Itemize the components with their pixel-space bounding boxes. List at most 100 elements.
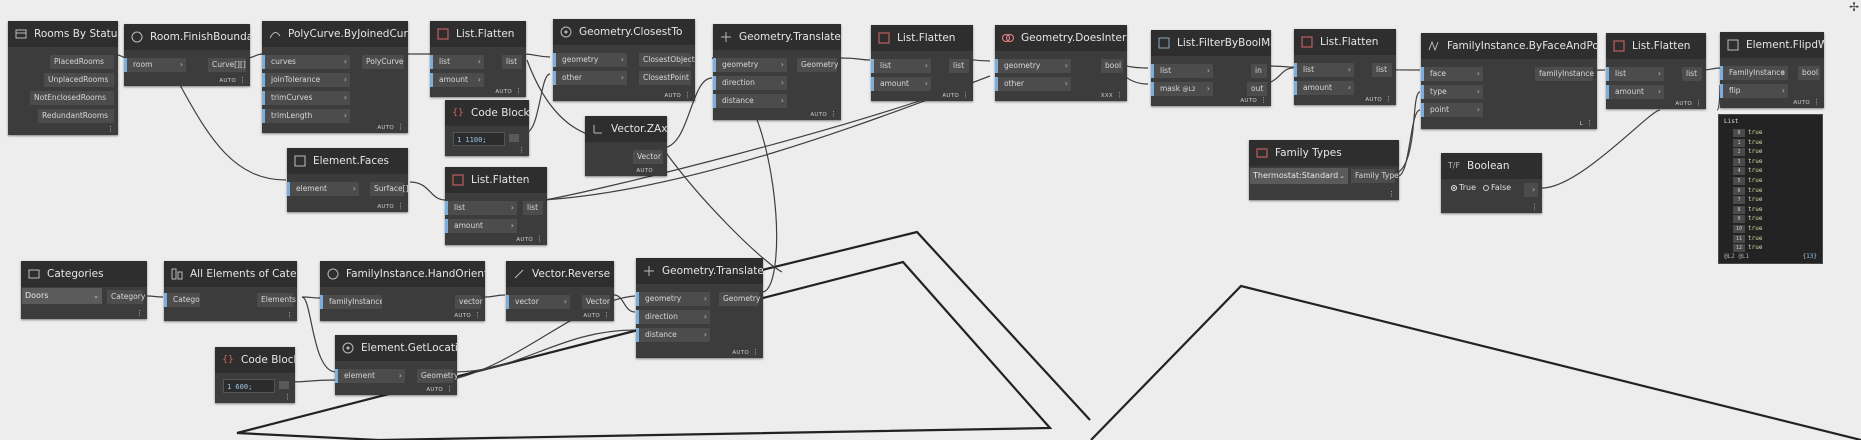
lacing-badge[interactable]: AUTO [664,93,681,99]
lacing-badge[interactable]: AUTO [942,93,959,99]
output-port[interactable]: list [949,59,969,73]
input-port-category[interactable]: Category [164,293,200,307]
node-menu-dots[interactable]: ⋮ [1116,91,1123,99]
output-port[interactable]: list [502,55,522,69]
input-port-family-instance[interactable]: familyInstance [320,295,382,309]
node-menu-dots[interactable]: ⋮ [1813,98,1820,106]
code-editor[interactable]: 1 1100; [453,132,505,146]
output-port[interactable]: RedundantRooms [38,109,114,123]
input-port-amount[interactable]: amount › [430,73,484,87]
code-editor[interactable]: 1 600; [223,379,275,393]
watch-preview-panel[interactable]: List 0 true 1 true 2 true 3 true 4 true 5 true 6 true… [1718,114,1823,264]
lacing-badge[interactable]: AUTO [1240,98,1257,104]
level-badge[interactable]: @L2 [1183,86,1196,93]
watch-levels[interactable]: @L2 @L1 [1724,253,1749,261]
output-port[interactable]: list [1682,67,1702,81]
input-port-trim-length[interactable]: trimLength › [262,109,350,123]
output-port[interactable]: PlacedRooms [50,55,114,69]
output-port[interactable]: Vector [582,295,610,309]
output-port[interactable]: list [1372,63,1392,77]
node-list-flatten[interactable]: List.Flatten list › list amount › AUTO ⋮ [1294,29,1396,105]
input-port-room[interactable]: room › [124,58,186,72]
output-port[interactable]: bool [1798,66,1820,80]
output-port[interactable]: › [1524,183,1538,197]
node-menu-dots[interactable]: ⋮ [603,311,610,319]
node-family-instance-hand-orientation[interactable]: FamilyInstance.HandOrientation familyIns… [320,261,485,321]
node-element-get-location[interactable]: Element.GetLocation element› Geometry AUT… [335,335,458,395]
family-type-dropdown[interactable]: Thermostat:Standard ⌄ [1250,168,1348,184]
input-port-list[interactable]: list › [1151,64,1213,78]
input-port-type[interactable]: type › [1421,85,1483,99]
false-radio[interactable]: False [1483,183,1511,192]
node-list-flatten[interactable]: List.Flatten list › list amount › AUTO ⋮ [871,25,973,101]
output-port[interactable]: NotEnclosedRooms [30,91,114,105]
input-port-other[interactable]: other › [553,71,627,85]
input-port-element[interactable]: element › [335,369,405,383]
node-polycurve-by-joined-curves[interactable]: PolyCurve.ByJoinedCurves curves› PolyCurv… [262,21,408,133]
output-port-out[interactable]: out [1247,82,1267,96]
node-geometry-translate[interactable]: Geometry.Translate geometry › Geometry dir… [713,24,841,120]
input-port-distance[interactable]: distance › [636,328,710,342]
input-port-list[interactable]: list › [1606,67,1664,81]
node-family-instance-by-face-and-point[interactable]: FamilyInstance.ByFaceAndPoint face › famil… [1421,33,1597,129]
zoom-extents-icon[interactable]: ✢ [1847,0,1861,14]
output-port[interactable]: PolyCurve [362,55,404,69]
lacing-badge[interactable]: AUTO [1793,100,1810,106]
output-port[interactable]: UnplacedRooms [44,73,114,87]
node-menu-dots[interactable]: ⋮ [286,311,293,319]
input-port-face[interactable]: face › [1421,67,1483,81]
node-menu-dots[interactable]: ⋮ [830,110,837,118]
node-menu-dots[interactable]: ⋮ [1695,99,1702,107]
node-code-block[interactable]: {} Code Block 1 1100; ⋮ [445,100,529,156]
lacing-badge[interactable]: AUTO [1675,101,1692,107]
lacing-badge[interactable]: XXX [1101,93,1113,99]
input-port-family-instance[interactable]: FamilyInstance › [1720,66,1788,80]
input-port-amount[interactable]: amount › [1294,81,1354,95]
input-port-amount[interactable]: amount › [871,77,931,91]
node-menu-dots[interactable]: ⋮ [684,91,691,99]
node-rooms-by-status[interactable]: Rooms By Status PlacedRooms UnplacedRoom… [8,21,118,135]
node-menu-dots[interactable]: ⋮ [239,76,246,84]
input-port-point[interactable]: point › [1421,103,1483,117]
lacing-badge[interactable]: AUTO [1365,97,1382,103]
output-port[interactable]: Geometry [417,369,458,383]
input-port-list[interactable]: list › [430,55,484,69]
node-list-filter-by-bool-mask[interactable]: List.FilterByBoolMask list› in mask @L2› o… [1151,30,1271,106]
output-port[interactable]: Geometry [797,58,838,72]
node-categories[interactable]: Categories Doors ⌄ Category ⋮ [21,261,147,319]
node-menu-dots[interactable]: ⋮ [1385,95,1392,103]
input-port-element[interactable]: element › [287,182,359,196]
node-family-types[interactable]: Family Types Thermostat:Standard ⌄ Family… [1249,140,1399,200]
output-port[interactable]: ClosestPoint [639,71,691,85]
node-menu-dots[interactable]: ⋮ [284,393,291,401]
output-port[interactable]: Curve[][] [208,58,246,72]
lacing-badge[interactable]: AUTO [732,350,749,356]
node-menu-dots[interactable]: ⋮ [1260,96,1267,104]
input-port-join-tolerance[interactable]: joinTolerance › [262,73,350,87]
lacing-badge[interactable]: AUTO [426,387,443,393]
node-boolean[interactable]: T/F Boolean True False › ⋮ [1441,153,1542,213]
node-menu-dots[interactable]: ⋮ [1388,190,1395,198]
input-port-vector[interactable]: vector › [506,295,570,309]
output-port[interactable]: vector [455,295,483,309]
input-port-flip[interactable]: flip › [1720,84,1788,98]
node-menu-dots[interactable]: ⋮ [446,385,453,393]
input-port-amount[interactable]: amount › [445,219,517,233]
node-menu-dots[interactable]: ⋮ [962,91,969,99]
node-list-flatten[interactable]: List.Flatten list › list amount › AUTO ⋮ [1606,33,1706,109]
node-menu-dots[interactable]: ⋮ [518,146,525,154]
lacing-badge[interactable]: AUTO [495,89,512,95]
output-port[interactable]: Geometry [719,292,760,306]
output-port[interactable]: Surface[] [370,182,408,196]
output-port-in[interactable]: in [1251,64,1267,78]
input-port-direction[interactable]: direction › [713,76,787,90]
node-menu-dots[interactable]: ⋮ [107,125,114,133]
node-code-block[interactable]: {} Code Block 1 600; ⋮ [215,347,295,403]
graph-canvas[interactable]: Rooms By Status PlacedRooms UnplacedRoom… [0,0,1861,440]
node-menu-dots[interactable]: ⋮ [136,309,143,317]
lacing-badge[interactable]: AUTO [516,237,533,243]
node-element-flip-work-plane[interactable]: Element.FlipdWorkPlane FamilyInstance› bo… [1720,32,1824,108]
node-menu-dots[interactable]: ⋮ [397,202,404,210]
output-port[interactable] [509,134,519,142]
output-port[interactable]: Category [107,290,145,304]
